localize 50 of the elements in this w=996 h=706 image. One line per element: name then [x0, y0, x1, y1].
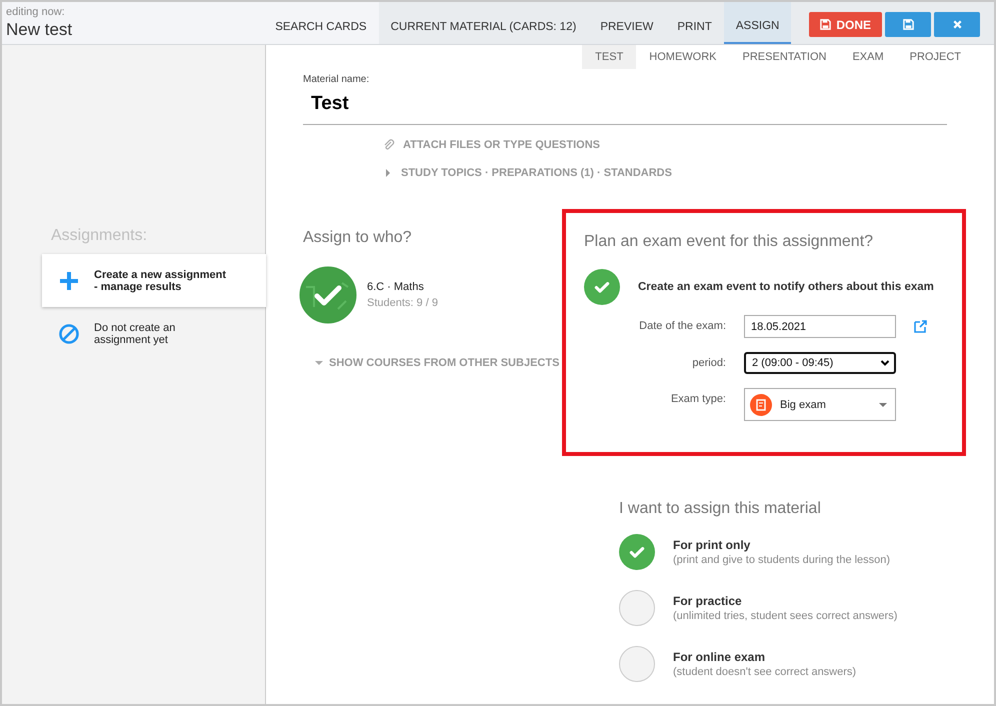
option-note: (print and give to students during the lesson) — [673, 554, 890, 566]
field-label: Exam type: — [670, 392, 726, 405]
caret-icon — [315, 360, 323, 366]
radio-button[interactable] — [619, 534, 655, 570]
course-item[interactable]: 6.C · Maths Students: 9 / 9 — [298, 265, 438, 325]
done-button[interactable]: DONE — [809, 12, 882, 37]
type-tab[interactable]: HOMEWORK — [636, 45, 730, 69]
assignment-option[interactable]: Do not create an assignment yet — [42, 307, 266, 360]
nav-tab[interactable]: CURRENT MATERIAL (CARDS: 12) — [378, 2, 588, 44]
external-link-icon[interactable] — [914, 320, 927, 333]
type-tab[interactable]: PRESENTATION — [730, 45, 840, 69]
radio-button[interactable] — [619, 590, 655, 626]
chevron-down-icon — [880, 358, 890, 368]
exam-event-checkbox[interactable] — [584, 269, 620, 305]
material-title: New test — [6, 20, 74, 40]
period-select[interactable]: 2 (09:00 - 09:45) — [744, 352, 896, 374]
close-button[interactable] — [934, 12, 980, 37]
section-title: Plan an exam event for this assignment? — [584, 233, 874, 251]
nav-tab[interactable]: ASSIGN — [724, 2, 792, 44]
date-field[interactable]: 18.05.2021 — [744, 315, 896, 338]
paperclip-icon — [383, 139, 395, 151]
type-tab[interactable]: EXAM — [839, 45, 897, 69]
section-title: Assign to who? — [303, 229, 413, 247]
close-icon — [952, 19, 962, 30]
caret-icon — [879, 402, 887, 408]
option-title: For online exam — [673, 650, 766, 664]
editing-caption: editing now: — [6, 6, 66, 18]
student-count: Students: 9 / 9 — [367, 297, 438, 309]
option-title: For print only — [673, 538, 752, 552]
course-name: 6.C · Maths — [367, 281, 425, 293]
section-title: I want to assign this material — [619, 500, 822, 518]
field-label: Material name: — [303, 74, 370, 85]
nav-tab[interactable]: PRINT — [665, 2, 724, 44]
checkbox-label: Create an exam event to notify others about this exam — [638, 281, 934, 293]
exam-type-select[interactable]: Big exam — [744, 388, 896, 421]
caret-icon — [385, 168, 391, 178]
plus-icon — [58, 270, 80, 292]
type-tab[interactable]: TEST — [582, 45, 636, 69]
radio-button[interactable] — [619, 646, 655, 682]
option-note: (unlimited tries, student sees correct answers) — [673, 610, 898, 622]
field-label: period: — [691, 356, 726, 369]
prohibited-icon — [58, 322, 80, 344]
type-tab[interactable]: PROJECT — [896, 45, 974, 69]
field-label: Date of the exam: — [638, 319, 726, 332]
assignment-option[interactable]: Create a new assignment - manage results — [42, 254, 266, 307]
save-button[interactable] — [885, 12, 931, 37]
option-title: For practice — [673, 594, 743, 608]
option-note: (student doesn't see correct answers) — [673, 666, 856, 678]
nav-tab[interactable]: PREVIEW — [588, 2, 666, 44]
document-icon — [750, 394, 772, 416]
